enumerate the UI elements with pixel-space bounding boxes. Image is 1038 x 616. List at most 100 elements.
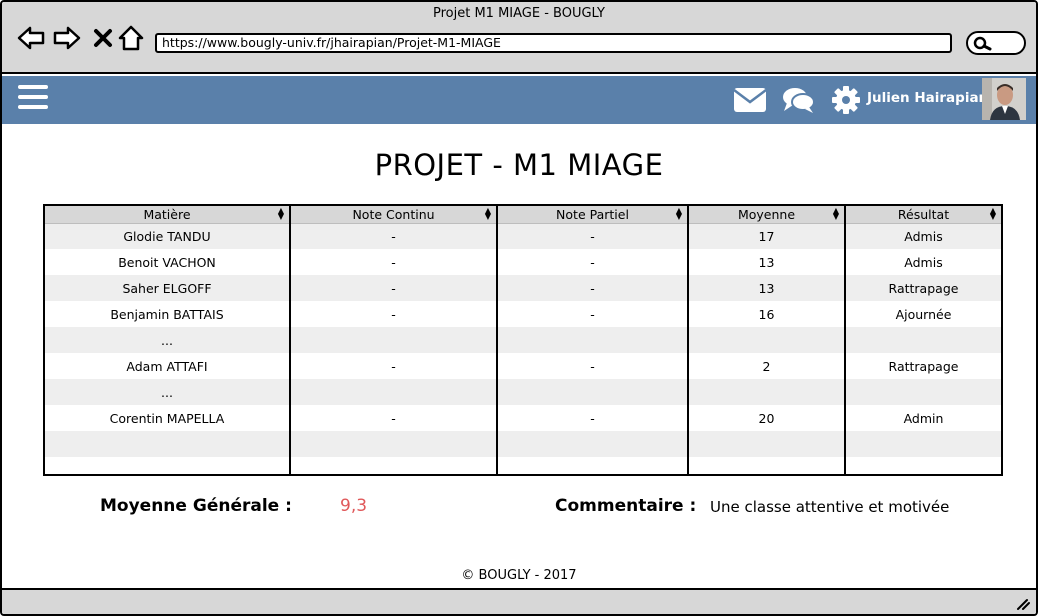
mail-icon[interactable] [733, 84, 767, 116]
cell-empty [844, 457, 1001, 474]
cell-note-continu: - [289, 353, 497, 379]
average-value: 9,3 [340, 496, 368, 516]
stop-button[interactable] [88, 24, 118, 52]
cell-note-partiel: - [496, 223, 688, 249]
cell-moyenne: 13 [687, 275, 845, 301]
results-table: Matière ▲ ▼ Note Continu ▲ ▼ Note Partiel ▲ ▼ … [43, 204, 1003, 476]
back-button[interactable] [16, 24, 46, 52]
cell-note-continu [289, 327, 497, 353]
page-title: PROJET - M1 MIAGE [374, 148, 664, 182]
cell-moyenne [687, 327, 845, 353]
column-header-resultat[interactable]: Résultat ▲ ▼ [844, 206, 1001, 224]
cell-empty [289, 457, 497, 474]
cell-moyenne: 16 [687, 301, 845, 327]
footer-copyright: © BOUGLY - 2017 [461, 568, 577, 583]
window-title: Projet M1 MIAGE - BOUGLY [432, 6, 605, 21]
home-icon [118, 25, 144, 51]
column-header-matiere[interactable]: Matière ▲ ▼ [45, 206, 290, 224]
gear-icon[interactable] [831, 84, 861, 116]
cell-note-continu: - [289, 301, 497, 327]
forward-button[interactable] [52, 24, 82, 52]
cell-moyenne: 13 [687, 249, 845, 275]
cell-resultat: Rattrapage [844, 275, 1001, 301]
table-row[interactable]: Corentin MAPELLA - -20 Admin [45, 405, 1001, 431]
cell-empty [687, 431, 845, 457]
comment-label: Commentaire : [555, 496, 697, 516]
cell-note-continu [289, 379, 497, 405]
arrow-left-icon [17, 26, 45, 50]
table-row[interactable]: Benjamin BATTAIS - -16 Ajournée [45, 301, 1001, 327]
url-field[interactable]: https://www.bougly-univ.fr/jhairapian/Pr… [155, 33, 952, 53]
cell-matiere: Benoit VACHON [45, 249, 290, 275]
menu-icon[interactable] [18, 85, 48, 115]
table-row[interactable]: ... [45, 379, 1001, 405]
cell-empty [844, 431, 1001, 457]
cell-moyenne: 2 [687, 353, 845, 379]
table-header-row: Matière ▲ ▼ Note Continu ▲ ▼ Note Partiel ▲ ▼ … [45, 206, 1001, 224]
cell-matiere: Corentin MAPELLA [45, 405, 290, 431]
cell-resultat: Ajournée [844, 301, 1001, 327]
home-button[interactable] [116, 24, 146, 52]
cell-resultat: Rattrapage [844, 353, 1001, 379]
cell-matiere: Adam ATTAFI [45, 353, 290, 379]
sort-icon[interactable]: ▲ ▼ [676, 207, 682, 221]
cell-empty [289, 431, 497, 457]
cell-note-partiel [496, 327, 688, 353]
cell-note-continu: - [289, 249, 497, 275]
cell-note-partiel: - [496, 249, 688, 275]
comment-value: Une classe attentive et motivée [710, 498, 950, 516]
cell-moyenne: 17 [687, 223, 845, 249]
close-icon [94, 29, 112, 47]
average-label: Moyenne Générale : [100, 496, 292, 516]
cell-note-continu: - [289, 405, 497, 431]
cell-matiere: Saher ELGOFF [45, 275, 290, 301]
sort-icon[interactable]: ▲ ▼ [485, 207, 491, 221]
sort-icon[interactable]: ▲ ▼ [990, 207, 996, 221]
cell-note-partiel [496, 379, 688, 405]
avatar[interactable] [982, 78, 1026, 120]
cell-empty [45, 457, 290, 474]
cell-note-partiel: - [496, 405, 688, 431]
resize-grip-icon[interactable] [1016, 598, 1030, 610]
cell-matiere: Benjamin BATTAIS [45, 301, 290, 327]
column-header-note-continu[interactable]: Note Continu ▲ ▼ [289, 206, 497, 224]
cell-empty [687, 457, 845, 474]
sort-icon[interactable]: ▲ ▼ [278, 207, 284, 221]
table-row[interactable]: Adam ATTAFI - -2 Rattrapage [45, 353, 1001, 379]
status-bar [2, 588, 1036, 614]
chat-icon[interactable] [781, 84, 815, 116]
table-row[interactable]: Benoit VACHON - -13 Admis [45, 249, 1001, 275]
browser-chrome: Projet M1 MIAGE - BOUGLY https://www.bou… [2, 2, 1036, 74]
cell-matiere: ... [45, 327, 290, 353]
cell-note-continu: - [289, 223, 497, 249]
cell-resultat [844, 379, 1001, 405]
browser-window: Projet M1 MIAGE - BOUGLY https://www.bou… [0, 0, 1038, 616]
column-header-note-partiel[interactable]: Note Partiel ▲ ▼ [496, 206, 688, 224]
app-header: Julien Hairapian [2, 76, 1036, 124]
table-row-empty [45, 431, 1001, 457]
search-icon [973, 36, 992, 51]
cell-note-partiel: - [496, 301, 688, 327]
user-name[interactable]: Julien Hairapian [867, 90, 988, 106]
table-row[interactable]: Glodie TANDU - -17 Admis [45, 223, 1001, 249]
sort-icon[interactable]: ▲ ▼ [833, 207, 839, 221]
cell-resultat: Admin [844, 405, 1001, 431]
cell-matiere: Glodie TANDU [45, 223, 290, 249]
table-row-empty [45, 457, 1001, 474]
cell-resultat: Admis [844, 223, 1001, 249]
cell-empty [496, 457, 688, 474]
table-row[interactable]: ... [45, 327, 1001, 353]
cell-empty [496, 431, 688, 457]
cell-resultat: Admis [844, 249, 1001, 275]
cell-note-partiel: - [496, 353, 688, 379]
arrow-right-icon [53, 26, 81, 50]
table-row[interactable]: Saher ELGOFF - -13 Rattrapage [45, 275, 1001, 301]
cell-note-partiel: - [496, 275, 688, 301]
cell-empty [45, 431, 290, 457]
cell-matiere: ... [45, 379, 290, 405]
cell-moyenne [687, 379, 845, 405]
column-header-moyenne[interactable]: Moyenne ▲ ▼ [687, 206, 845, 224]
cell-resultat [844, 327, 1001, 353]
search-field[interactable] [966, 31, 1026, 55]
cell-note-continu: - [289, 275, 497, 301]
